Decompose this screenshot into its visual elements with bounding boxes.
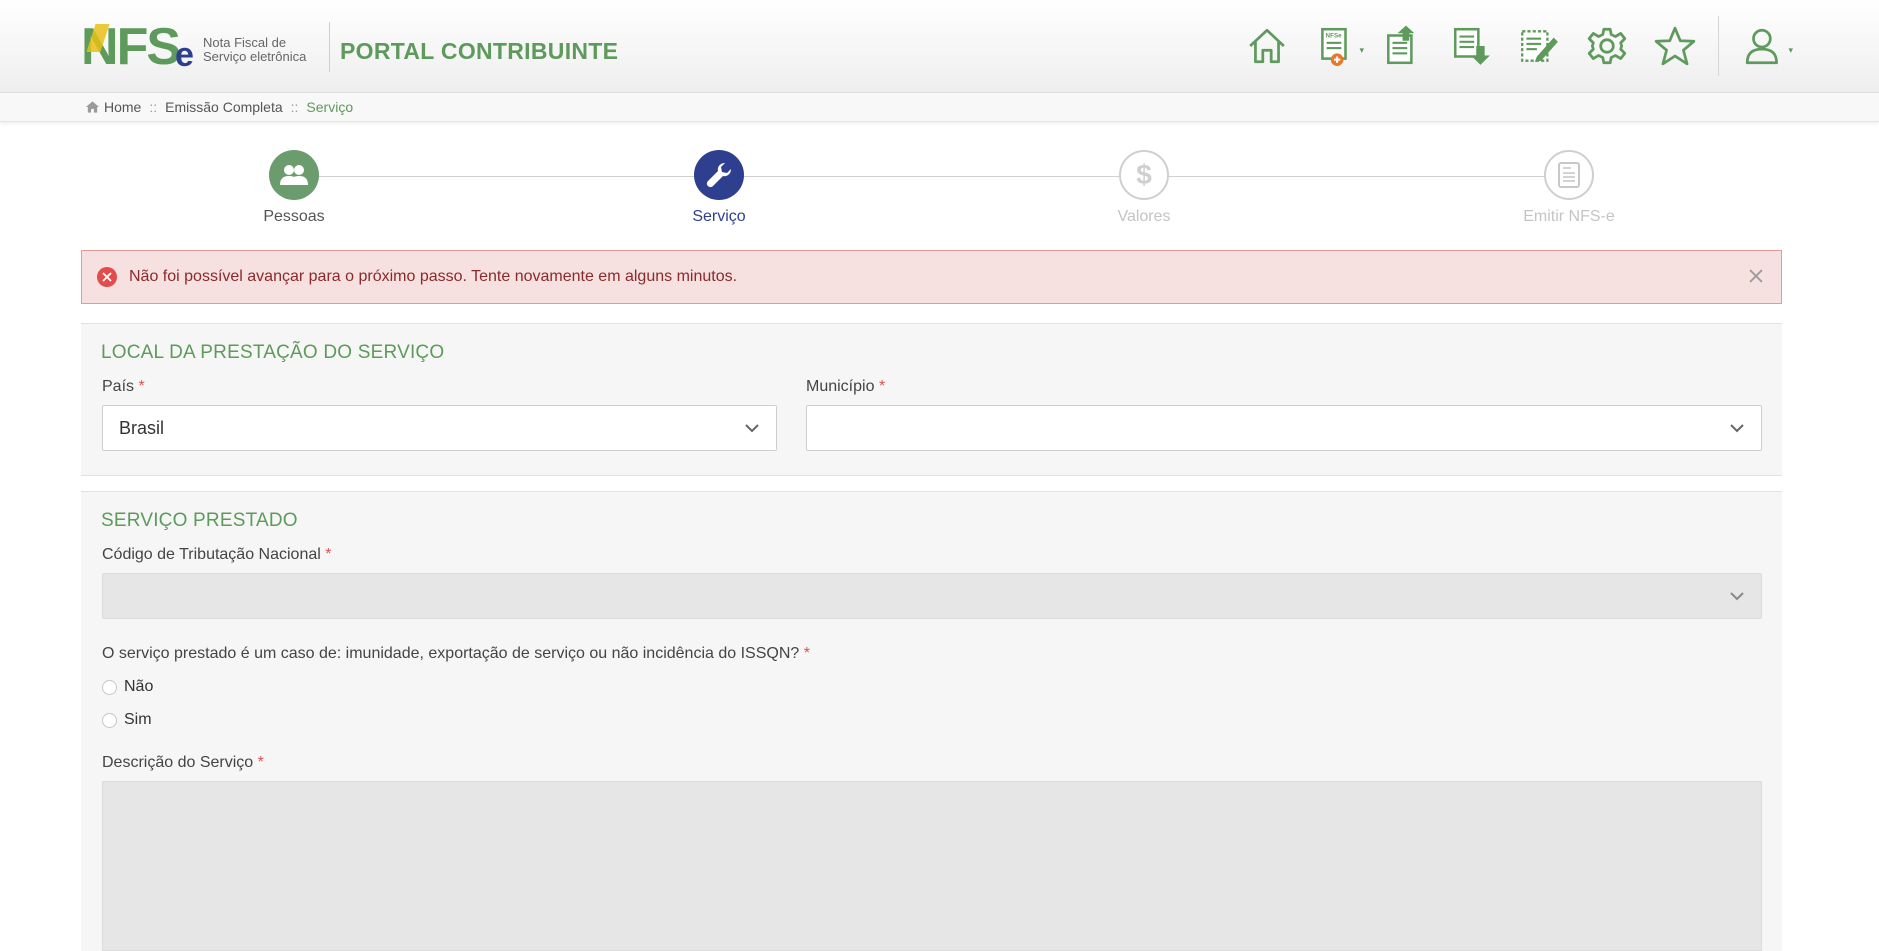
- pais-label: País *: [102, 378, 145, 396]
- dollar-icon: $: [1119, 150, 1169, 200]
- received-notes-icon[interactable]: [1448, 23, 1494, 69]
- portal-title: PORTAL CONTRIBUINTE: [340, 37, 619, 64]
- logo-subtitle-line1: Nota Fiscal de: [203, 35, 287, 50]
- radio-nao-label: Não: [124, 678, 154, 695]
- breadcrumb-current: Serviço: [306, 99, 354, 115]
- edit-notes-icon[interactable]: [1516, 23, 1562, 69]
- breadcrumb-separator: ::: [149, 99, 158, 115]
- top-nav: NFSe ▾ ▾: [1222, 16, 1793, 76]
- close-icon[interactable]: [1745, 265, 1767, 287]
- issued-notes-icon[interactable]: [1380, 23, 1426, 69]
- step-valores[interactable]: $ Valores: [1074, 150, 1214, 226]
- required-mark: *: [138, 378, 145, 395]
- new-nfse-icon[interactable]: NFSe ▾: [1312, 23, 1364, 69]
- radio-nao[interactable]: Não: [102, 678, 153, 696]
- required-mark: *: [257, 754, 264, 771]
- stepper-line: [294, 176, 1569, 177]
- descricao-servico-textarea[interactable]: [102, 781, 1762, 951]
- municipio-label-text: Município: [806, 378, 875, 395]
- step-emitir-nfse[interactable]: Emitir NFS-e: [1499, 150, 1639, 226]
- step-label: Serviço: [692, 208, 746, 225]
- radio-sim[interactable]: Sim: [102, 711, 152, 729]
- nfse-logo-mark: NFS e: [81, 20, 199, 74]
- chevron-down-icon: [1730, 424, 1744, 433]
- logo-letters: NFS: [81, 18, 181, 76]
- nav-divider: [1718, 16, 1719, 76]
- breadcrumb-separator: ::: [290, 99, 299, 115]
- radio-circle[interactable]: [102, 712, 117, 728]
- home-small-icon: [86, 101, 99, 113]
- breadcrumb: Home :: Emissão Completa :: Serviço: [0, 93, 1879, 122]
- pais-select[interactable]: Brasil: [102, 405, 777, 451]
- local-prestacao-panel: LOCAL DA PRESTAÇÃO DO SERVIÇO País * Bra…: [81, 323, 1782, 476]
- required-mark: *: [325, 546, 332, 563]
- step-pessoas[interactable]: Pessoas: [224, 150, 364, 226]
- section-title: SERVIÇO PRESTADO: [101, 510, 298, 531]
- codigo-tributacao-label: Código de Tributação Nacional *: [102, 546, 332, 564]
- chevron-down-icon: [1730, 592, 1744, 601]
- breadcrumb-emissao-completa[interactable]: Emissão Completa: [165, 99, 283, 115]
- codigo-tributacao-label-text: Código de Tributação Nacional: [102, 546, 321, 563]
- chevron-down-icon: [745, 424, 759, 433]
- radio-circle[interactable]: [102, 679, 117, 695]
- issqn-question-label: O serviço prestado é um caso de: imunida…: [102, 645, 810, 663]
- required-mark: *: [878, 378, 886, 395]
- descricao-servico-label-text: Descrição do Serviço: [102, 754, 254, 771]
- step-label: Valores: [1117, 208, 1171, 225]
- breadcrumb-home[interactable]: Home: [104, 99, 141, 115]
- people-icon: [269, 150, 319, 200]
- step-servico[interactable]: Serviço: [649, 150, 789, 226]
- top-header: NFS e Nota Fiscal de Serviço eletrônica …: [0, 0, 1879, 93]
- codigo-tributacao-select[interactable]: [102, 573, 1762, 619]
- settings-gear-icon[interactable]: [1584, 23, 1630, 69]
- section-title: LOCAL DA PRESTAÇÃO DO SERVIÇO: [101, 342, 445, 363]
- logo-letter-e: e: [175, 36, 194, 74]
- home-icon[interactable]: [1244, 23, 1290, 69]
- svg-text:NFSe: NFSe: [1326, 33, 1343, 40]
- logo-subtitle: Nota Fiscal de Serviço eletrônica: [203, 30, 321, 64]
- logo-subtitle-line2: Serviço eletrônica: [203, 49, 307, 64]
- nfse-logo[interactable]: NFS e Nota Fiscal de Serviço eletrônica …: [81, 20, 618, 74]
- municipio-label: Município *: [806, 378, 885, 396]
- servico-prestado-panel: SERVIÇO PRESTADO Código de Tributação Na…: [81, 491, 1782, 951]
- logo-divider: [329, 22, 330, 72]
- alert-message: Não foi possível avançar para o próximo …: [129, 268, 738, 285]
- issqn-question-text: O serviço prestado é um caso de: imunida…: [102, 645, 800, 662]
- required-mark: *: [803, 645, 810, 662]
- wizard-stepper: Pessoas Serviço $ Valores Emitir NFS-e: [0, 148, 1879, 228]
- pais-label-text: País: [102, 378, 135, 395]
- step-label: Pessoas: [263, 208, 325, 225]
- municipio-select[interactable]: [806, 405, 1762, 451]
- chevron-down-icon: ▾: [1788, 45, 1793, 55]
- nfse-document-icon: [1544, 150, 1594, 200]
- descricao-servico-label: Descrição do Serviço *: [102, 754, 264, 772]
- wrench-icon: [694, 150, 744, 200]
- error-alert: Não foi possível avançar para o próximo …: [81, 250, 1782, 304]
- radio-sim-label: Sim: [124, 711, 152, 728]
- pais-select-value: Brasil: [119, 418, 165, 438]
- step-label: Emitir NFS-e: [1523, 208, 1615, 225]
- favorites-star-icon[interactable]: [1652, 23, 1698, 69]
- user-profile-icon[interactable]: ▾: [1741, 23, 1793, 69]
- error-icon: [97, 267, 117, 287]
- chevron-down-icon: ▾: [1359, 45, 1364, 55]
